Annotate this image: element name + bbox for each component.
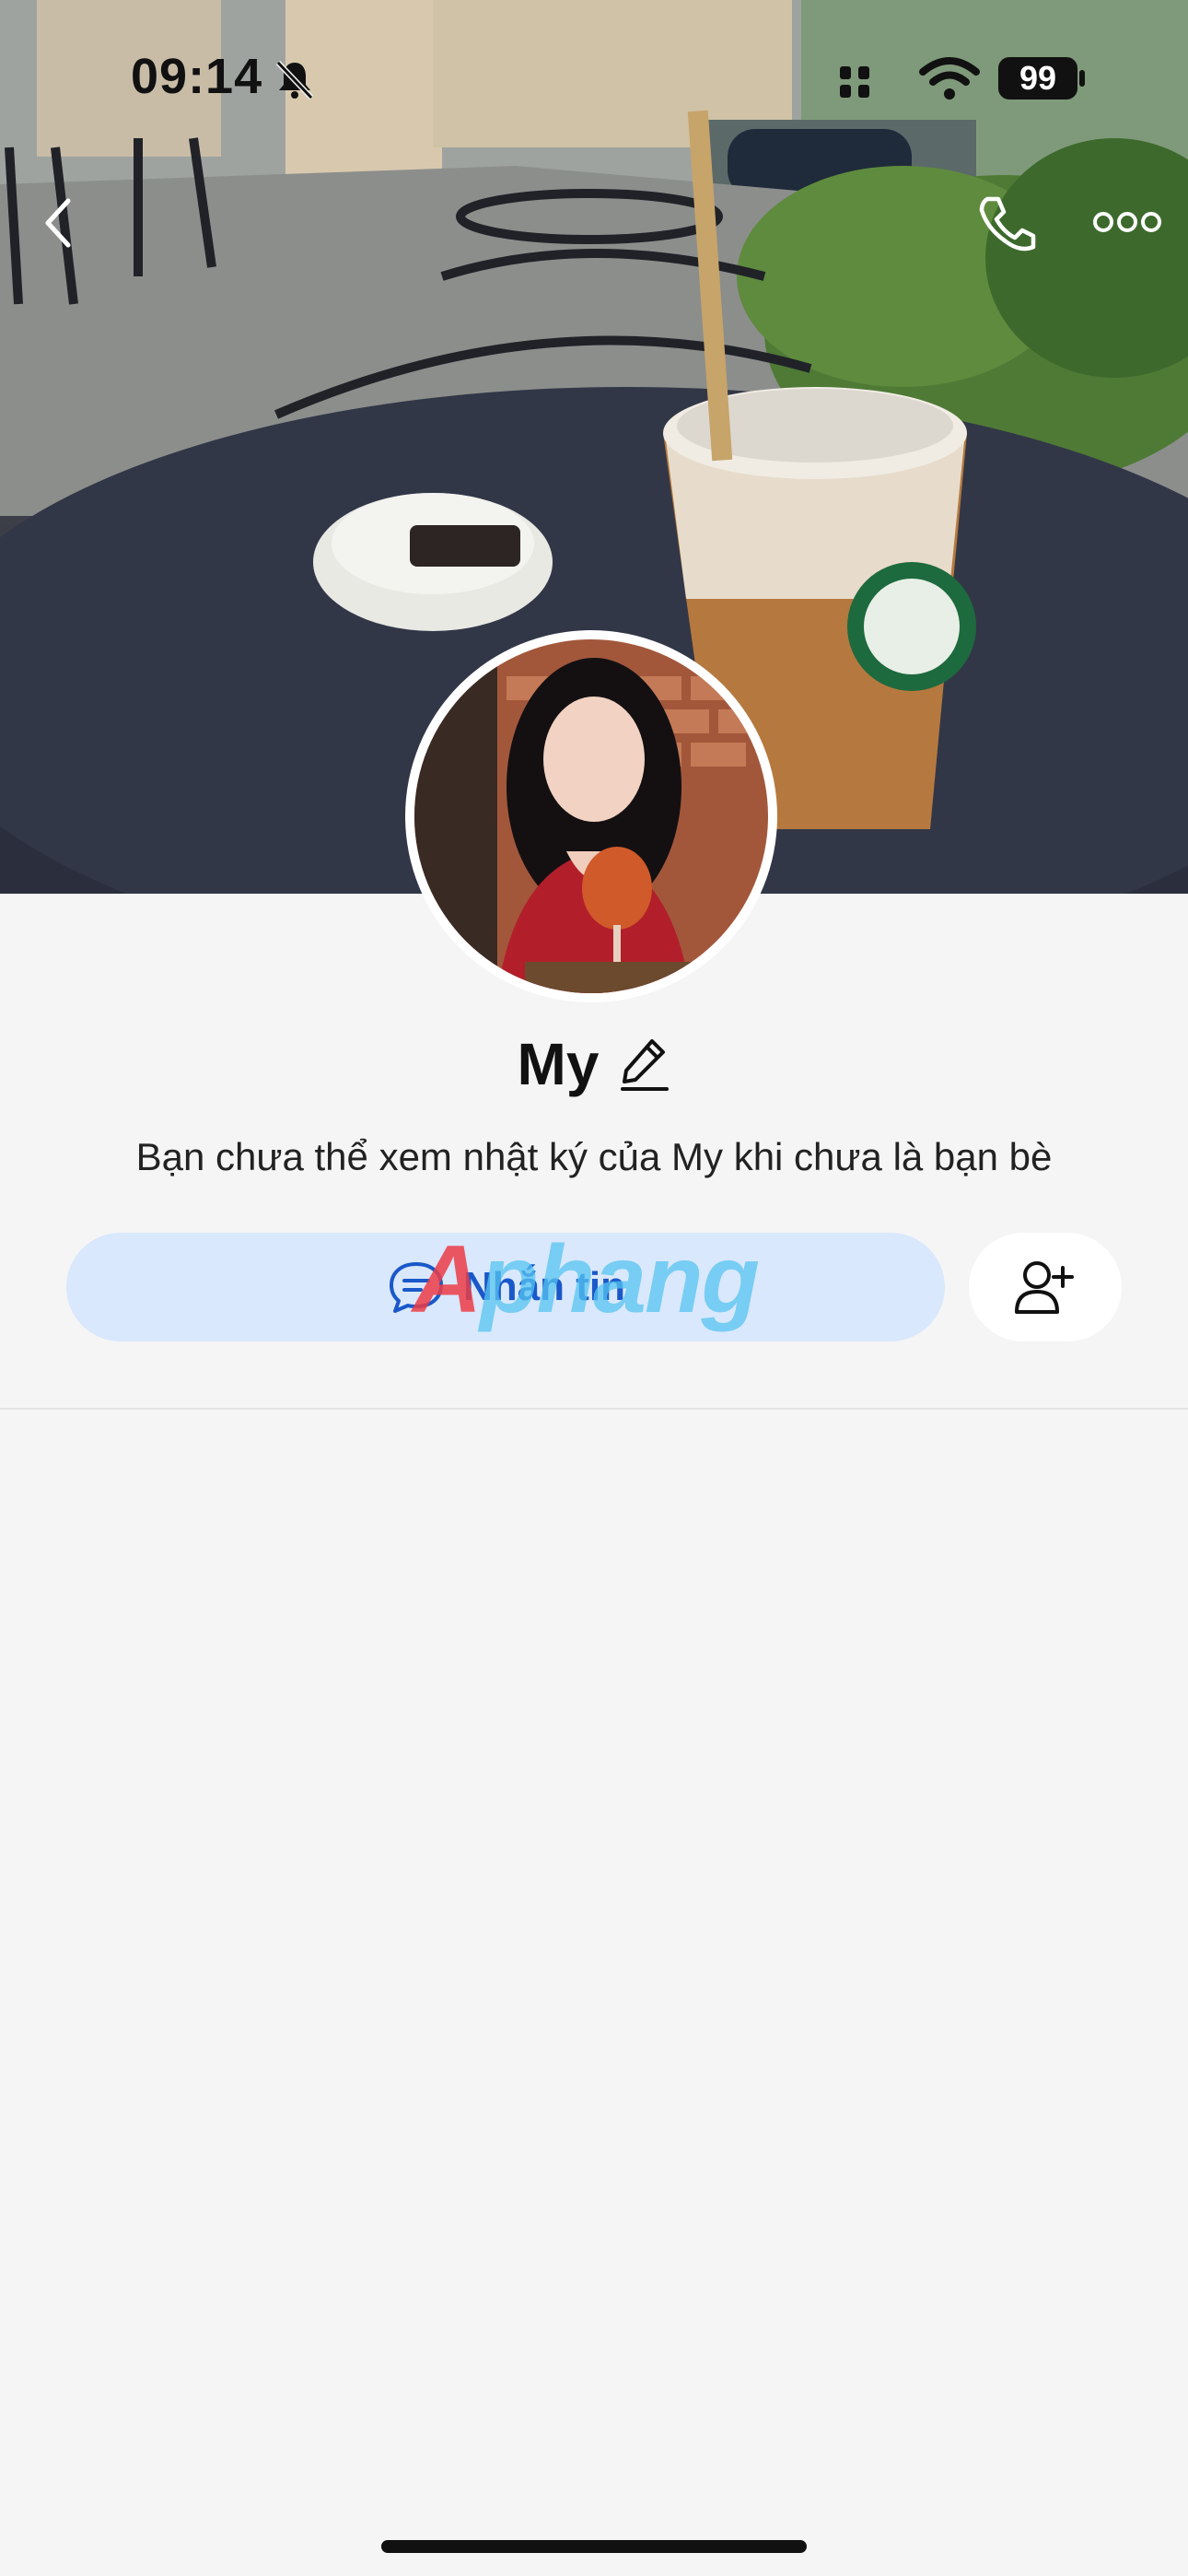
battery-tip [1079, 70, 1085, 87]
pencil-icon[interactable] [619, 1036, 670, 1093]
chat-bubble-icon [390, 1262, 443, 1313]
add-friend-button[interactable] [969, 1233, 1122, 1341]
battery-icon: 99 [998, 57, 1077, 100]
status-bar: 09:14 99 [0, 0, 1188, 157]
battery-level: 99 [1019, 59, 1057, 97]
wifi-icon [919, 57, 980, 100]
section-divider [0, 1408, 1188, 1410]
add-user-icon [1015, 1261, 1074, 1314]
home-indicator[interactable] [381, 2540, 807, 2553]
profile-name: My [517, 1031, 600, 1097]
phone-icon[interactable] [974, 193, 1039, 254]
back-chevron-icon[interactable] [37, 193, 81, 252]
message-button-label: Nhắn tin [463, 1264, 625, 1309]
avatar[interactable] [405, 630, 777, 1002]
avatar-photo [414, 639, 768, 993]
signal-icon [840, 66, 869, 98]
bell-slash-icon [275, 60, 314, 100]
more-dots-icon[interactable] [1092, 208, 1162, 236]
status-time: 09:14 [131, 49, 263, 104]
profile-name-row: My [0, 1027, 1188, 1101]
message-button[interactable]: Nhắn tin [66, 1233, 945, 1341]
privacy-note: Bạn chưa thể xem nhật ký của My khi chưa… [135, 1135, 1053, 1178]
